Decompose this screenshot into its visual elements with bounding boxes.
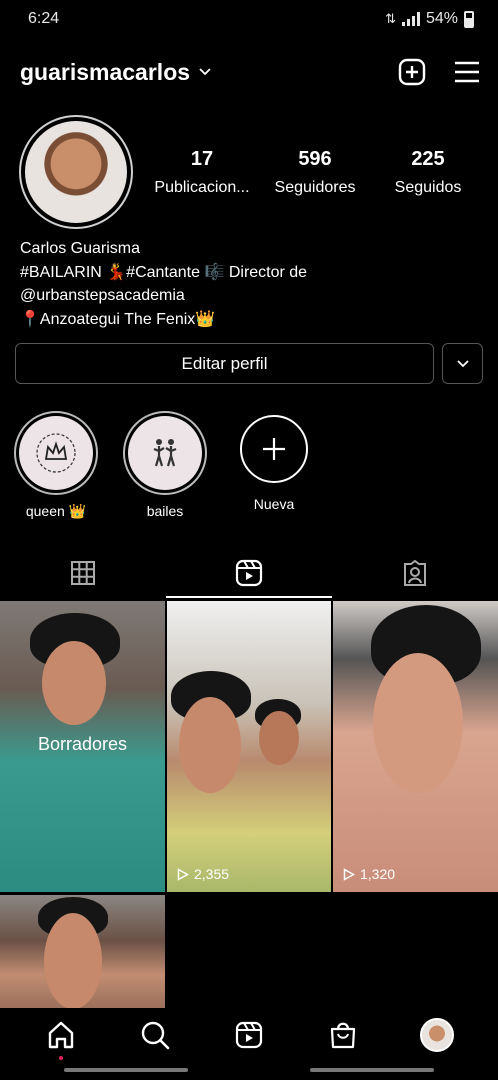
posts-count: 17: [190, 148, 214, 170]
highlight-queen[interactable]: queen 👑: [14, 411, 98, 520]
profile-header: guarismacarlos: [0, 50, 498, 94]
hamburger-menu-icon: [455, 61, 479, 83]
data-transfer-icon: ⇅: [385, 11, 396, 26]
drafts-label: Borradores: [37, 734, 128, 754]
profile-stats: 17 Publicacion... 596 Seguidores 225 Seg…: [146, 148, 484, 197]
plus-icon: [263, 438, 285, 460]
create-post-button[interactable]: [398, 58, 426, 86]
chevron-down-icon: [456, 359, 469, 367]
new-highlight-button[interactable]: Nueva: [232, 411, 316, 520]
reel-tile[interactable]: [0, 895, 165, 1009]
highlight-cover: [123, 411, 207, 495]
username: guarismacarlos: [20, 58, 191, 85]
new-highlight-label: Nueva: [253, 496, 295, 512]
tab-tagged[interactable]: [332, 548, 498, 598]
posts-stat[interactable]: 17 Publicacion...: [146, 148, 258, 197]
nav-home[interactable]: [31, 1020, 91, 1060]
profile-name: Carlos Guarisma: [20, 240, 141, 257]
play-icon: [343, 867, 355, 881]
profile-bio: Carlos Guarisma #BAILARIN 💃#Cantante 🎼 D…: [20, 237, 480, 331]
drafts-tile[interactable]: Borradores: [0, 601, 165, 892]
following-stat[interactable]: 225 Seguidos: [372, 148, 484, 197]
play-icon: [177, 867, 189, 881]
profile-avatar[interactable]: [19, 115, 133, 229]
highlight-label: queen 👑: [25, 503, 87, 519]
following-label: Seguidos: [394, 179, 462, 196]
reel-tile[interactable]: 1,320: [333, 601, 498, 892]
avatar-image: [25, 121, 127, 223]
status-icons: ⇅ 54%: [385, 10, 474, 28]
tab-reels[interactable]: [166, 548, 332, 598]
profile-avatar-icon: [420, 1018, 454, 1052]
battery-percent: 54%: [425, 10, 458, 27]
status-time: 6:24: [28, 10, 60, 27]
nav-shop[interactable]: [313, 1020, 373, 1050]
highlight-label: bailes: [146, 503, 184, 519]
bio-mention-link[interactable]: @urbanstepsacademia: [20, 284, 480, 308]
highlight-cover: [14, 411, 98, 495]
reel-views: 1,320: [343, 866, 395, 882]
crown-icon: [36, 433, 76, 473]
search-icon: [141, 1021, 170, 1050]
chevron-down-icon: [199, 68, 211, 76]
reels-icon: [235, 559, 263, 587]
notification-dot: [59, 1056, 63, 1060]
account-switcher[interactable]: guarismacarlos: [20, 59, 212, 86]
reel-view-count: 2,355: [194, 866, 230, 882]
dancers-icon: [153, 439, 177, 467]
tagged-person-icon: [404, 559, 426, 586]
highlight-bailes[interactable]: bailes: [123, 411, 207, 520]
profile-actions: Editar perfil: [15, 343, 483, 384]
gesture-bar: [64, 1068, 188, 1072]
followers-label: Seguidores: [274, 179, 356, 196]
nav-search[interactable]: [125, 1020, 185, 1050]
signal-icon: [401, 12, 420, 26]
tab-grid[interactable]: [0, 548, 166, 598]
reel-tile[interactable]: 2,355: [167, 601, 331, 892]
nav-profile[interactable]: [407, 1018, 467, 1052]
add-square-icon: [398, 58, 426, 86]
home-icon: [48, 1021, 74, 1049]
status-bar: 6:24 ⇅ 54%: [0, 0, 498, 38]
bottom-navigation: [0, 1008, 498, 1062]
battery-icon: [464, 10, 474, 28]
reels-icon: [235, 1021, 263, 1049]
reel-views: 2,355: [177, 866, 229, 882]
story-highlights: queen 👑 bailes Nueva: [14, 411, 316, 520]
shopping-bag-icon: [330, 1022, 356, 1049]
discover-people-button[interactable]: [442, 343, 483, 384]
following-count: 225: [411, 148, 445, 170]
posts-label: Publicacion...: [154, 179, 250, 196]
bio-line: #BAILARIN 💃#Cantante 🎼 Director de: [20, 263, 308, 281]
followers-stat[interactable]: 596 Seguidores: [259, 148, 371, 197]
followers-count: 596: [298, 148, 332, 170]
bio-location: 📍Anzoategui The Fenix👑: [20, 310, 216, 328]
menu-button[interactable]: [454, 60, 480, 84]
grid-icon: [71, 561, 95, 585]
reel-view-count: 1,320: [360, 866, 396, 882]
nav-reels[interactable]: [219, 1021, 279, 1049]
profile-tabs: [0, 548, 498, 598]
gesture-bar: [310, 1068, 434, 1072]
edit-profile-button[interactable]: Editar perfil: [15, 343, 434, 384]
